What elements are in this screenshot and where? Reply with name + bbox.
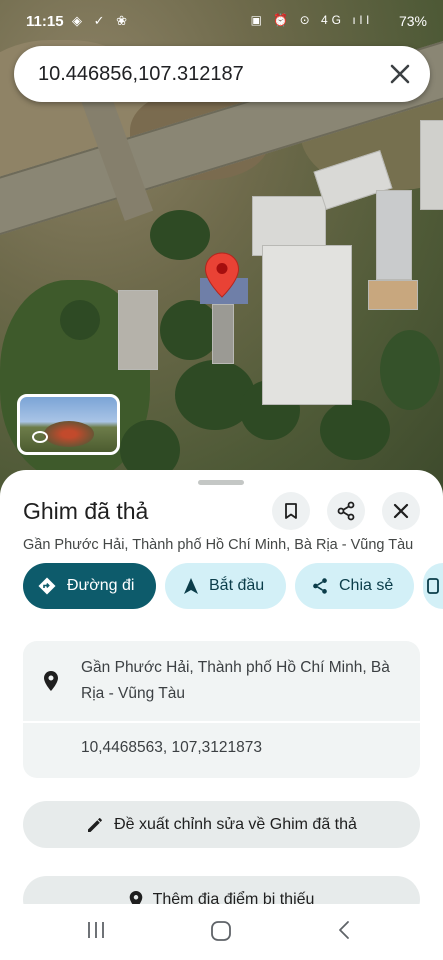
info-card: Gần Phước Hải, Thành phố Hồ Chí Minh, Bà… [23, 641, 420, 778]
share-button[interactable]: Chia sẻ [295, 563, 414, 609]
start-label: Bắt đầu [209, 577, 265, 594]
close-sheet-button[interactable] [382, 492, 420, 530]
street-view-thumbnail[interactable] [17, 394, 120, 455]
suggest-edit-label: Đề xuất chỉnh sửa về Ghim đã thả [114, 815, 357, 833]
building [420, 120, 443, 210]
place-subtitle: Gần Phước Hải, Thành phố Hồ Chí Minh, Bà… [23, 537, 414, 553]
suggest-edit-button[interactable]: Đề xuất chỉnh sửa về Ghim đã thả [23, 801, 420, 848]
building [368, 280, 418, 310]
search-query[interactable]: 10.446856,107.312187 [38, 63, 244, 86]
directions-icon [38, 577, 56, 595]
share-label: Chia sẻ [339, 577, 394, 594]
coordinates-text[interactable]: 10,4468563, 107,3121873 [81, 739, 262, 757]
share-icon [337, 501, 355, 521]
directions-label: Đường đi [67, 577, 135, 594]
back-icon[interactable] [336, 920, 352, 940]
address-text: Gần Phước Hải, Thành phố Hồ Chí Minh, Bà… [81, 659, 390, 702]
notification-icons: ◈ ✓ ❀ [72, 13, 132, 28]
location-pin-icon [44, 671, 58, 691]
status-bar: 11:15 ◈ ✓ ❀ ▣ ⏰ ⊙ 4G ıll 73% [0, 0, 443, 44]
close-icon[interactable] [386, 60, 414, 88]
share-icon [313, 578, 327, 594]
building [376, 190, 412, 280]
thumbnail-foliage [44, 421, 94, 447]
close-icon [393, 503, 409, 519]
more-actions-chip[interactable] [423, 563, 443, 609]
360-view-icon [32, 431, 48, 443]
pencil-icon [88, 817, 102, 832]
search-bar[interactable]: 10.446856,107.312187 [14, 46, 430, 102]
save-icon [427, 578, 439, 594]
place-sheet: Ghim đã thả Gần Phước Hải, Thành phố Hồ … [0, 470, 443, 910]
save-button[interactable] [272, 492, 310, 530]
navigation-arrow-icon [184, 578, 198, 594]
start-button[interactable]: Bắt đầu [165, 563, 286, 609]
recent-apps-icon[interactable] [86, 920, 106, 940]
building [118, 290, 158, 370]
action-chips: Đường đi Bắt đầu Chia sẻ [23, 563, 443, 609]
share-icon-button[interactable] [327, 492, 365, 530]
building [212, 304, 234, 364]
system-nav-bar [0, 904, 443, 960]
home-icon[interactable] [210, 920, 232, 942]
system-icons: ▣ ⏰ ⊙ 4G ıll [250, 13, 373, 27]
address-row[interactable]: Gần Phước Hải, Thành phố Hồ Chí Minh, Bà… [23, 641, 420, 723]
building [262, 245, 352, 405]
bookmark-icon [285, 503, 297, 519]
place-title: Ghim đã thả [23, 498, 149, 524]
directions-button[interactable]: Đường đi [23, 563, 156, 609]
battery-level: 73% [398, 13, 427, 29]
drag-handle[interactable] [198, 480, 244, 485]
dropped-pin-icon[interactable] [204, 252, 240, 298]
status-time: 11:15 [26, 13, 64, 30]
